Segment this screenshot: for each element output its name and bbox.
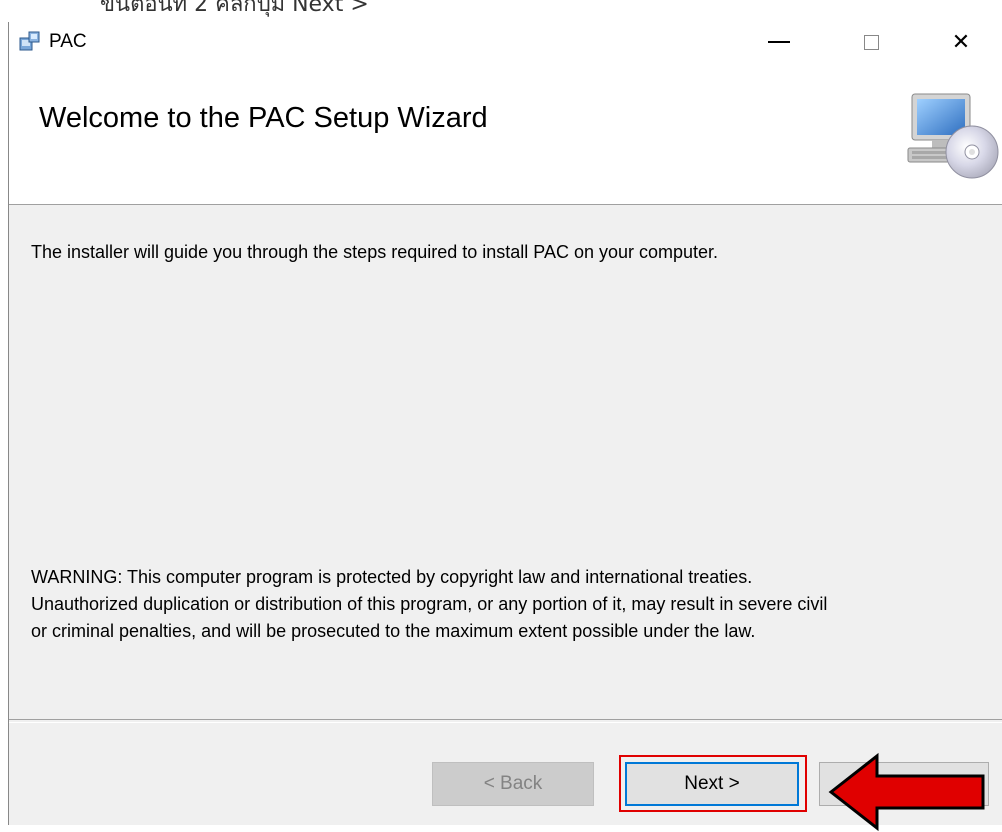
next-button[interactable]: Next >: [625, 762, 799, 806]
computer-cd-icon: [907, 93, 999, 179]
instruction-caption: ขั้นตอนที่ 2 คลิกปุ่ม Next >: [100, 0, 369, 17]
minimize-button[interactable]: [749, 22, 809, 62]
footer-divider: [9, 719, 1002, 723]
wizard-title: Welcome to the PAC Setup Wizard: [39, 102, 488, 134]
warning-line: or criminal penalties, and will be prose…: [31, 621, 756, 641]
intro-text: The installer will guide you through the…: [31, 242, 719, 262]
warning-line: Unauthorized duplication or distribution…: [31, 594, 828, 614]
warning-line: WARNING: This computer program is protec…: [31, 567, 753, 587]
title-bar[interactable]: PAC ✕: [9, 22, 1002, 62]
minimize-icon: [768, 41, 790, 43]
wizard-banner: Welcome to the PAC Setup Wizard: [9, 62, 1002, 205]
installer-app-icon: [19, 31, 40, 51]
back-button[interactable]: < Back: [432, 762, 594, 806]
warning-text: WARNING: This computer program is protec…: [31, 564, 981, 645]
close-icon: ✕: [951, 29, 971, 54]
red-arrow-annotation: [828, 752, 985, 832]
maximize-button[interactable]: [841, 22, 901, 62]
window-title: PAC: [49, 31, 87, 52]
close-button[interactable]: ✕: [931, 22, 991, 62]
setup-window: PAC ✕ Welcome to the PAC Setup Wizard Th…: [8, 22, 1002, 832]
maximize-icon: [863, 34, 879, 50]
